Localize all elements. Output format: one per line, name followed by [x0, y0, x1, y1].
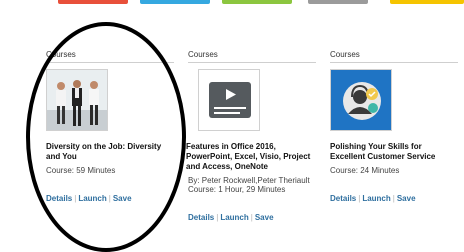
card-actions: Details | Launch | Save [330, 194, 416, 203]
course-card[interactable]: Courses Features in Office 2016, PowerPo… [186, 50, 316, 222]
course-authors: By: Peter Rockwell,Peter Theriault [188, 176, 310, 185]
course-title[interactable]: Diversity on the Job: Diversity and You [46, 142, 186, 162]
launch-link[interactable]: Launch [78, 194, 106, 203]
course-meta: By: Peter Rockwell,Peter Theriault Cours… [188, 176, 310, 194]
course-duration: Course: 24 Minutes [330, 166, 400, 175]
title-line: Diversity on the Job: Diversity [46, 142, 162, 151]
course-title[interactable]: Features in Office 2016, PowerPoint, Exc… [186, 142, 326, 172]
details-link[interactable]: Details [46, 194, 72, 203]
save-link[interactable]: Save [397, 194, 416, 203]
title-line: Features in Office 2016, [186, 142, 276, 151]
business-people-photo[interactable] [46, 69, 108, 131]
card-actions: Details | Launch | Save [188, 213, 274, 222]
title-line: PowerPoint, Excel, Visio, Project [186, 152, 311, 161]
save-link[interactable]: Save [113, 194, 132, 203]
course-card[interactable]: Courses Polishing Your Skills for Excell… [330, 50, 458, 203]
category-tile-gray [308, 0, 368, 4]
category-tile-blue [140, 0, 210, 4]
details-link[interactable]: Details [330, 194, 356, 203]
course-title[interactable]: Polishing Your Skills for Excellent Cust… [330, 142, 464, 162]
course-duration: Course: 59 Minutes [46, 166, 116, 175]
category-tile-green [222, 0, 292, 4]
title-line: and You [46, 152, 77, 161]
details-link[interactable]: Details [188, 213, 214, 222]
title-line: Polishing Your Skills for [330, 142, 422, 151]
save-link[interactable]: Save [255, 213, 274, 222]
category-color-strip [0, 0, 464, 4]
section-label: Courses [46, 50, 174, 63]
category-tile-yellow [390, 0, 464, 4]
section-label: Courses [188, 50, 316, 63]
section-label: Courses [330, 50, 458, 63]
launch-link[interactable]: Launch [220, 213, 248, 222]
course-duration: Course: 1 Hour, 29 Minutes [188, 185, 286, 194]
customer-service-headset-icon[interactable] [330, 69, 392, 131]
title-line: Excellent Customer Service [330, 152, 436, 161]
video-presentation-icon[interactable] [198, 69, 260, 131]
course-card[interactable]: Courses Diversity on the Job: Diversity … [46, 50, 174, 203]
launch-link[interactable]: Launch [362, 194, 390, 203]
title-line: and Access, OneNote [186, 162, 268, 171]
course-meta: Course: 24 Minutes [330, 166, 399, 175]
course-meta: Course: 59 Minutes [46, 166, 115, 175]
card-actions: Details | Launch | Save [46, 194, 132, 203]
category-tile-red [58, 0, 128, 4]
